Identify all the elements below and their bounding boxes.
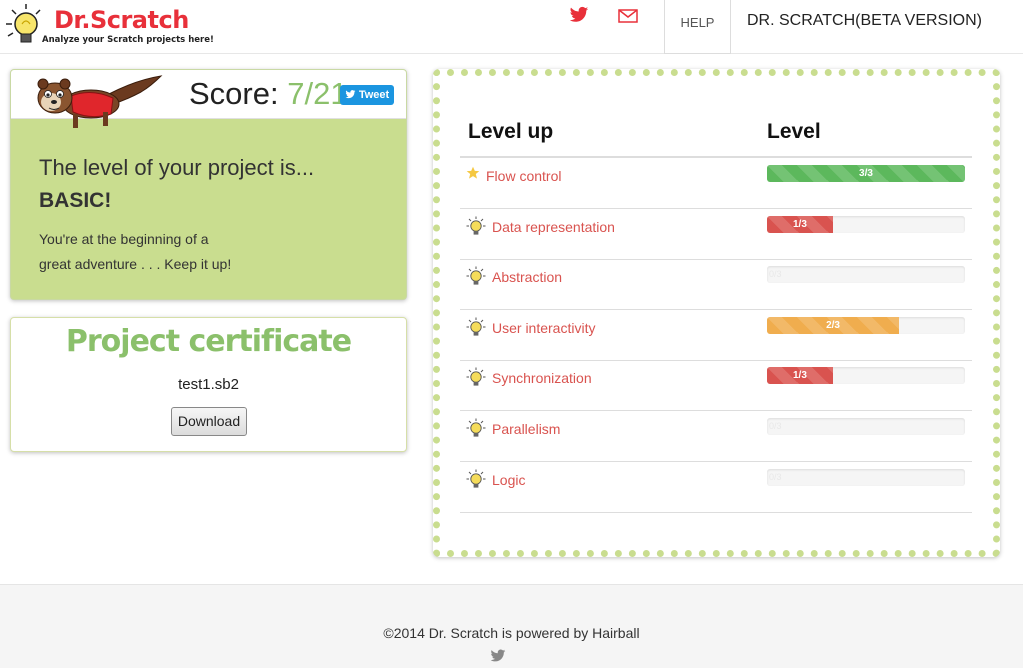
brand-title[interactable]: DR. SCRATCH(BETA VERSION) [747,12,982,30]
progress-bar: 1/3 [767,367,965,385]
download-button[interactable]: Download [171,407,247,436]
twitter-icon[interactable] [569,6,589,24]
score-card: Score: 7/21 Tweet The level of your proj… [10,69,407,300]
navbar: Dr.Scratch Analyze your Scratch projects… [0,0,1023,54]
progress-bar-fill: 1/3 [767,215,833,233]
level-row-label[interactable]: Abstraction [492,269,562,285]
level-row: Synchronization 1/3 [460,360,972,412]
logo-text: Dr.Scratch [54,6,189,34]
lightbulb-icon [466,418,486,437]
level-row: Parallelism 0/3 [460,411,972,462]
level-row: Logic 0/3 [460,462,972,513]
footer: ©2014 Dr. Scratch is powered by Hairball [0,584,1023,668]
level-row: User interactivity 2/3 [460,310,972,361]
progress-bar: 0/3 [767,266,965,284]
logo[interactable]: Dr.Scratch Analyze your Scratch projects… [4,2,214,48]
lightbulb-icon [466,367,486,386]
level-row-label[interactable]: User interactivity [492,320,595,336]
level-row-label[interactable]: Flow control [486,168,561,184]
progress-bar: 3/3 [767,165,965,182]
level-row: Data representation 1/3 [460,209,972,260]
progress-bar: 2/3 [767,316,965,334]
tweet-button[interactable]: Tweet [340,85,394,105]
progress-bar-value: 0/3 [769,421,782,431]
tweet-label: Tweet [358,89,390,101]
twitter-icon[interactable] [490,649,506,663]
certificate-card: Project certificate test1.sb2 Download [10,317,407,452]
progress-bar-fill: 2/3 [767,316,900,334]
twitter-bird-icon [345,90,356,99]
progress-bar-value: 0/3 [769,269,782,280]
level-row-label[interactable]: Parallelism [492,421,560,437]
lightbulb-icon [466,469,486,488]
lightbulb-icon [466,317,486,336]
level-row: Abstraction 0/3 [460,259,972,311]
levels-card: Level up Level Flow control 3/3 Data repre… [433,69,1000,557]
lightbulb-icon [466,266,486,285]
progress-bar-value: 0/3 [769,471,782,482]
progress-bar-fill: 3/3 [767,165,965,182]
ferret-mascot-icon [37,75,163,128]
level-row-label[interactable]: Logic [492,472,525,488]
column-header-levelup: Level up [468,120,554,143]
help-link[interactable]: HELP [664,0,731,54]
progress-bar: 1/3 [767,215,965,233]
score-display: Score: 7/21 [189,76,348,112]
level-name: BASIC! [39,189,112,212]
footer-text: ©2014 Dr. Scratch is powered by Hairball [383,625,640,641]
score-value: 7/21 [287,76,348,111]
level-intro: The level of your project is... [39,155,315,180]
level-message-line2: great adventure . . . Keep it up! [39,256,232,272]
level-row-label[interactable]: Data representation [492,219,615,235]
column-header-level: Level [767,120,821,143]
star-icon [466,166,480,179]
progress-bar: 0/3 [767,468,965,486]
progress-bar-fill: 1/3 [767,367,833,385]
score-label: Score: [189,76,279,111]
level-row-label[interactable]: Synchronization [492,370,592,386]
logo-subtitle: Analyze your Scratch projects here! [42,35,214,45]
mail-icon[interactable] [618,7,638,25]
level-row: Flow control 3/3 [460,158,972,209]
level-message-line1: You're at the beginning of a [39,231,209,247]
progress-bar: 0/3 [767,418,965,435]
lightbulb-icon [466,216,486,235]
score-header: Score: 7/21 Tweet [11,70,406,128]
certificate-title: Project certificate [65,324,352,359]
certificate-filename: test1.sb2 [178,376,239,393]
